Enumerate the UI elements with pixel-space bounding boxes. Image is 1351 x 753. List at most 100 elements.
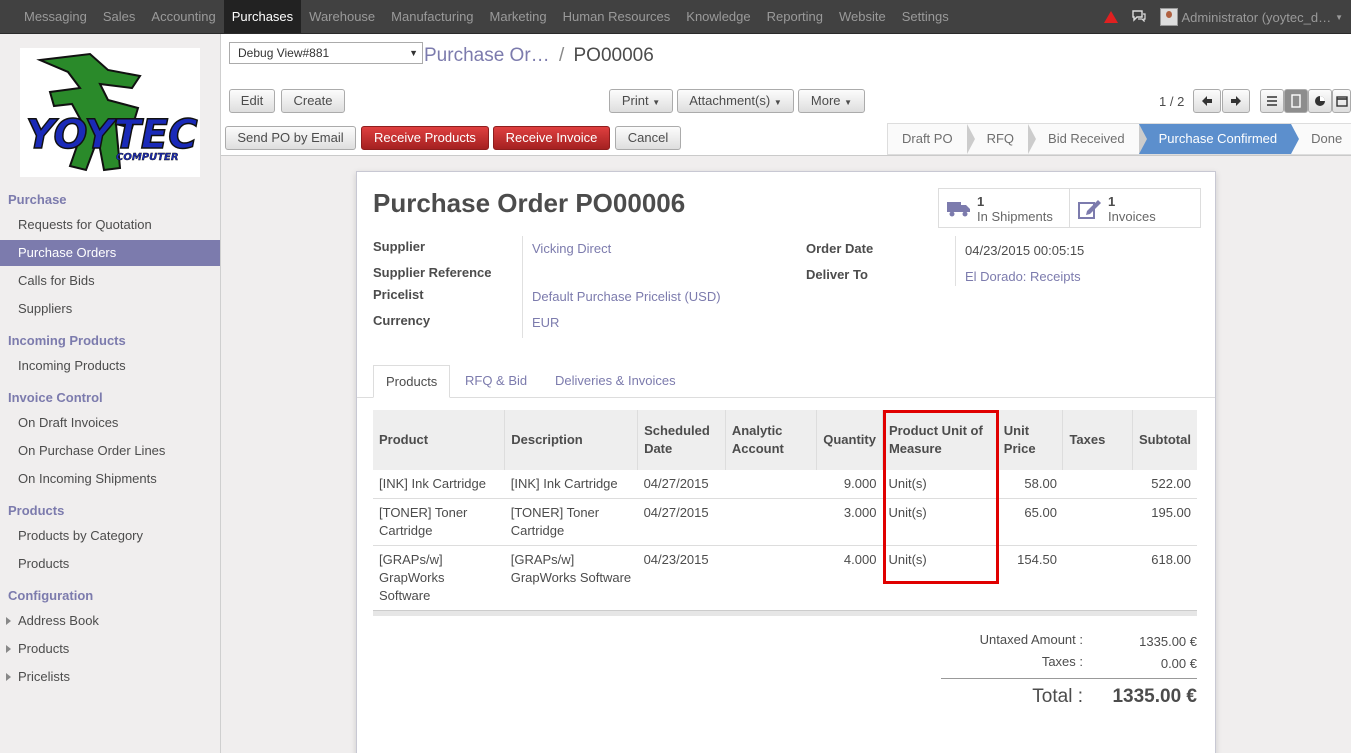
column-header-product[interactable]: Product	[373, 410, 505, 470]
receive-products-button[interactable]: Receive Products	[361, 126, 489, 150]
cell-description: [TONER] Toner Cartridge	[504, 498, 638, 546]
form-view-button[interactable]	[1284, 89, 1308, 113]
stage-bid-received[interactable]: Bid Received	[1028, 123, 1147, 155]
total-value: 1335.00 €	[1112, 686, 1197, 707]
cell-scheduled-date: 04/23/2015	[637, 545, 726, 611]
menu-website[interactable]: Website	[831, 0, 894, 33]
table-header-row: Product Description Scheduled Date Analy…	[373, 410, 1197, 470]
order-date-field[interactable]: 04/23/2015 00:05:15	[965, 243, 1084, 258]
breadcrumb-parent[interactable]: Purchase Or…	[424, 45, 550, 66]
pager-previous-button[interactable]	[1193, 89, 1221, 113]
stage-done[interactable]: Done	[1291, 123, 1351, 155]
table-row[interactable]: [GRAPs/w] GrapWorks Software [GRAPs/w] G…	[373, 545, 1197, 611]
attachments-button[interactable]: Attachment(s) ▼	[677, 89, 794, 113]
cell-unit-price: 58.00	[997, 470, 1063, 499]
column-header-quantity[interactable]: Quantity	[816, 410, 883, 470]
form-sheet: Purchase Order PO00006 1 In Shipments 1 …	[356, 171, 1216, 753]
cell-subtotal: 522.00	[1132, 470, 1197, 499]
create-button[interactable]: Create	[281, 89, 345, 113]
cell-product: [GRAPs/w] GrapWorks Software	[373, 545, 505, 611]
column-header-taxes[interactable]: Taxes	[1062, 410, 1133, 470]
menu-human-resources[interactable]: Human Resources	[555, 0, 679, 33]
menu-marketing[interactable]: Marketing	[482, 0, 555, 33]
currency-field[interactable]: EUR	[532, 315, 559, 330]
menu-messaging[interactable]: Messaging	[16, 0, 95, 33]
menu-reporting[interactable]: Reporting	[759, 0, 831, 33]
order-lines-table: Product Description Scheduled Date Analy…	[373, 410, 1197, 611]
sidebar-item-config-products[interactable]: Products	[0, 636, 220, 662]
section-incoming-products: Incoming Products	[8, 333, 126, 348]
menu-manufacturing[interactable]: Manufacturing	[383, 0, 481, 33]
graph-view-button[interactable]	[1308, 89, 1332, 113]
sidebar-item-label: Products	[18, 641, 70, 656]
stage-draft-po[interactable]: Draft PO	[887, 123, 975, 155]
list-view-button[interactable]	[1260, 89, 1284, 113]
sidebar-item-requests-for-quotation[interactable]: Requests for Quotation	[0, 212, 220, 238]
sidebar-item-on-draft-invoices[interactable]: On Draft Invoices	[0, 410, 220, 436]
stage-purchase-confirmed[interactable]: Purchase Confirmed	[1138, 123, 1299, 155]
page-title: Purchase Order PO00006	[373, 188, 685, 219]
sidebar-item-purchase-orders[interactable]: Purchase Orders	[0, 240, 220, 266]
receive-invoice-button[interactable]: Receive Invoice	[493, 126, 610, 150]
unit-of-measure-highlight-box	[883, 410, 999, 584]
pricelist-field[interactable]: Default Purchase Pricelist (USD)	[532, 289, 721, 304]
menu-knowledge[interactable]: Knowledge	[678, 0, 758, 33]
sidebar-item-label: Pricelists	[18, 669, 71, 684]
section-invoice-control: Invoice Control	[8, 390, 103, 405]
cell-taxes	[1062, 498, 1133, 546]
menu-settings[interactable]: Settings	[894, 0, 957, 33]
sidebar-item-pricelists[interactable]: Pricelists	[0, 664, 220, 690]
menu-accounting[interactable]: Accounting	[143, 0, 223, 33]
topbar-right: Administrator (yoytec_d… ▼	[1103, 0, 1343, 34]
debug-view-select[interactable]: Debug View#881 ▼	[229, 42, 423, 64]
shipments-smart-button[interactable]: 1 In Shipments	[938, 188, 1070, 228]
user-menu[interactable]: Administrator (yoytec_d… ▼	[1159, 8, 1343, 26]
sidebar-item-incoming-products[interactable]: Incoming Products	[0, 353, 220, 379]
more-button[interactable]: More ▼	[798, 89, 865, 113]
menu-warehouse[interactable]: Warehouse	[301, 0, 383, 33]
main-menu: Messaging Sales Accounting Purchases War…	[0, 0, 957, 33]
menu-sales[interactable]: Sales	[95, 0, 144, 33]
deliver-to-field[interactable]: El Dorado: Receipts	[965, 269, 1081, 284]
print-button[interactable]: Print ▼	[609, 89, 673, 113]
menu-purchases[interactable]: Purchases	[223, 0, 302, 33]
column-header-subtotal[interactable]: Subtotal	[1131, 410, 1197, 470]
section-purchase: Purchase	[8, 192, 67, 207]
column-header-unit-price[interactable]: Unit Price	[996, 410, 1063, 470]
sidebar-item-products-by-category[interactable]: Products by Category	[0, 523, 220, 549]
column-header-description[interactable]: Description	[504, 410, 638, 470]
table-row[interactable]: [INK] Ink Cartridge [INK] Ink Cartridge …	[373, 470, 1197, 499]
edit-button[interactable]: Edit	[229, 89, 275, 113]
cancel-button[interactable]: Cancel	[615, 126, 681, 150]
cell-subtotal: 195.00	[1132, 498, 1197, 546]
caret-down-icon: ▼	[409, 48, 418, 58]
tab-rfq-bid[interactable]: RFQ & Bid	[453, 365, 539, 398]
invoices-smart-button[interactable]: 1 Invoices	[1069, 188, 1201, 228]
cell-description: [INK] Ink Cartridge	[504, 470, 638, 499]
tab-deliveries-invoices[interactable]: Deliveries & Invoices	[543, 365, 688, 398]
sidebar-item-on-incoming-shipments[interactable]: On Incoming Shipments	[0, 466, 220, 492]
supplier-field[interactable]: Vicking Direct	[532, 241, 611, 256]
sidebar-item-on-purchase-order-lines[interactable]: On Purchase Order Lines	[0, 438, 220, 464]
column-header-scheduled-date[interactable]: Scheduled Date	[637, 410, 726, 470]
expand-arrow-icon	[6, 645, 11, 653]
sidebar-item-calls-for-bids[interactable]: Calls for Bids	[0, 268, 220, 294]
sidebar: YOYTEC COMPUTER Purchase Requests for Qu…	[0, 34, 221, 753]
print-label: Print	[621, 93, 649, 108]
stage-rfq[interactable]: RFQ	[966, 123, 1037, 155]
taxes-label: Taxes :	[1041, 654, 1083, 669]
warning-icon[interactable]	[1103, 11, 1118, 23]
sidebar-item-products[interactable]: Products	[0, 551, 220, 577]
calendar-view-button[interactable]	[1332, 89, 1351, 113]
sidebar-item-address-book[interactable]: Address Book	[0, 608, 220, 634]
pager-next-button[interactable]	[1222, 89, 1250, 113]
sidebar-item-label: Address Book	[18, 613, 99, 628]
chat-icon[interactable]	[1131, 9, 1146, 25]
tab-products[interactable]: Products	[373, 365, 451, 398]
send-po-email-button[interactable]: Send PO by Email	[225, 126, 356, 150]
column-header-analytic-account[interactable]: Analytic Account	[724, 410, 817, 470]
company-logo[interactable]: YOYTEC COMPUTER	[20, 48, 200, 177]
table-row[interactable]: [TONER] Toner Cartridge [TONER] Toner Ca…	[373, 498, 1197, 546]
sidebar-item-suppliers[interactable]: Suppliers	[0, 296, 220, 322]
list-icon	[1267, 96, 1277, 106]
